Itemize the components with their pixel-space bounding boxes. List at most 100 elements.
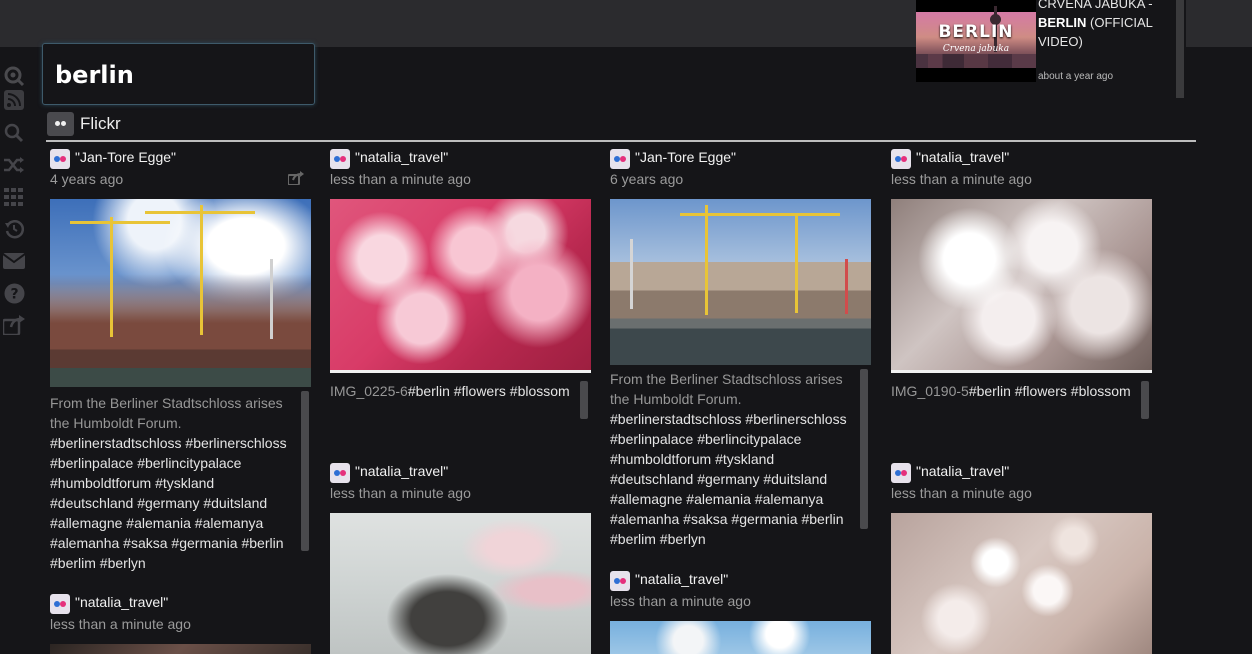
flickr-avatar-icon bbox=[891, 463, 911, 483]
tag-link[interactable]: #berlinerschloss bbox=[745, 411, 846, 427]
video-title-prefix: CRVENA JABUKA - bbox=[1038, 0, 1153, 11]
card-author[interactable]: "natalia_travel" bbox=[916, 149, 1009, 165]
card-header: "Jan-Tore Egge" 6 years ago bbox=[610, 147, 872, 193]
description-scrollbar[interactable] bbox=[580, 381, 588, 419]
photo-card[interactable]: "natalia_travel" less than a minute ago bbox=[891, 461, 1153, 654]
video-result-card[interactable]: BERLIN Crvena jabuka CRVENA JABUKA - BER… bbox=[916, 0, 1186, 98]
card-time: 6 years ago bbox=[610, 171, 684, 187]
card-author[interactable]: "natalia_travel" bbox=[355, 463, 448, 479]
tag-link[interactable]: #berlim bbox=[610, 531, 656, 547]
tag-link[interactable]: #humboldtforum bbox=[610, 451, 711, 467]
description-scrollbar[interactable] bbox=[1141, 381, 1149, 419]
tag-link[interactable]: #tyskland bbox=[155, 475, 214, 491]
tag-link[interactable]: #berlincitypalace bbox=[137, 455, 241, 471]
share-icon[interactable] bbox=[2, 313, 26, 337]
photo-card[interactable]: "natalia_travel" less than a minute ago bbox=[330, 461, 592, 654]
tag-link[interactable]: #allemagne bbox=[50, 515, 122, 531]
svg-text:?: ? bbox=[10, 286, 18, 302]
tag-link[interactable]: #alemanya bbox=[755, 491, 824, 507]
card-time: less than a minute ago bbox=[330, 171, 471, 187]
photo-card[interactable]: "Jan-Tore Egge" 4 years ago From the Ber… bbox=[50, 147, 312, 571]
share-icon[interactable] bbox=[287, 171, 304, 189]
tag-link[interactable]: #alemania bbox=[686, 491, 751, 507]
tag-link[interactable]: #deutschland bbox=[50, 495, 133, 511]
tag-link[interactable]: #berlyn bbox=[100, 555, 146, 571]
card-author[interactable]: "Jan-Tore Egge" bbox=[75, 149, 176, 165]
help-icon[interactable]: ? bbox=[2, 281, 26, 305]
tag-link[interactable]: #flowers bbox=[1015, 383, 1067, 399]
tag-link[interactable]: #germany bbox=[137, 495, 199, 511]
tag-link[interactable]: #berlin bbox=[969, 383, 1011, 399]
video-list-scrollbar[interactable] bbox=[1176, 0, 1184, 98]
search-box[interactable] bbox=[42, 43, 315, 105]
shuffle-icon[interactable] bbox=[2, 153, 26, 177]
flickr-logo-icon bbox=[47, 112, 74, 136]
card-photo[interactable] bbox=[50, 644, 311, 654]
tag-link[interactable]: #duitsland bbox=[203, 495, 267, 511]
card-header: "natalia_travel" less than a minute ago bbox=[330, 461, 592, 507]
tag-link[interactable]: #germania bbox=[171, 535, 237, 551]
tag-link[interactable]: #blossom bbox=[1071, 383, 1131, 399]
description-scrollbar[interactable] bbox=[860, 369, 868, 529]
tag-link[interactable]: #berlin bbox=[241, 535, 283, 551]
tag-link[interactable]: #allemagne bbox=[610, 491, 682, 507]
photo-card[interactable]: "Jan-Tore Egge" 6 years ago From the Ber… bbox=[610, 147, 872, 547]
video-title[interactable]: CRVENA JABUKA - BERLIN (OFFICIAL VIDEO) bbox=[1038, 0, 1168, 51]
photo-card[interactable]: "natalia_travel" less than a minute ago … bbox=[330, 147, 592, 419]
card-photo[interactable] bbox=[610, 199, 871, 365]
tag-link[interactable]: #deutschland bbox=[610, 471, 693, 487]
tag-link[interactable]: #berlinerstadtschloss bbox=[50, 435, 182, 451]
card-author[interactable]: "natalia_travel" bbox=[75, 594, 168, 610]
card-photo[interactable] bbox=[330, 199, 591, 373]
card-caption: IMG_0225-6 bbox=[330, 383, 408, 399]
tag-link[interactable]: #berlinerstadtschloss bbox=[610, 411, 742, 427]
tag-link[interactable]: #duitsland bbox=[763, 471, 827, 487]
tag-link[interactable]: #germania bbox=[731, 511, 797, 527]
video-thumbnail[interactable]: BERLIN Crvena jabuka bbox=[916, 0, 1036, 82]
tag-link[interactable]: #alemanha bbox=[50, 535, 119, 551]
card-author[interactable]: "Jan-Tore Egge" bbox=[635, 149, 736, 165]
tag-link[interactable]: #alemania bbox=[126, 515, 191, 531]
card-author[interactable]: "natalia_travel" bbox=[916, 463, 1009, 479]
tag-link[interactable]: #flowers bbox=[454, 383, 506, 399]
tag-link[interactable]: #saksa bbox=[683, 511, 727, 527]
photo-card[interactable]: "natalia_travel" less than a minute ago … bbox=[891, 147, 1153, 419]
tag-link[interactable]: #berlim bbox=[50, 555, 96, 571]
history-icon[interactable] bbox=[2, 217, 26, 241]
mail-icon[interactable] bbox=[2, 249, 26, 273]
flickr-avatar-icon bbox=[330, 463, 350, 483]
tag-link[interactable]: #saksa bbox=[123, 535, 167, 551]
card-author[interactable]: "natalia_travel" bbox=[635, 571, 728, 587]
tag-link[interactable]: #berlyn bbox=[660, 531, 706, 547]
card-description: IMG_0190-5#berlin #flowers #blossom bbox=[891, 381, 1141, 401]
flickr-avatar-icon bbox=[610, 149, 630, 169]
tag-link[interactable]: #berlin bbox=[801, 511, 843, 527]
tag-link[interactable]: #berlinpalace bbox=[610, 431, 693, 447]
tag-link[interactable]: #alemanha bbox=[610, 511, 679, 527]
card-time: less than a minute ago bbox=[891, 485, 1032, 501]
photo-card[interactable]: "natalia_travel" less than a minute ago bbox=[50, 592, 312, 654]
search-input[interactable] bbox=[55, 58, 305, 92]
tag-link[interactable]: #alemanya bbox=[195, 515, 264, 531]
card-photo[interactable] bbox=[891, 199, 1152, 373]
tag-link[interactable]: #berlin bbox=[408, 383, 450, 399]
tag-link[interactable]: #humboldtforum bbox=[50, 475, 151, 491]
tag-link[interactable]: #berlinerschloss bbox=[185, 435, 286, 451]
card-caption: IMG_0190-5 bbox=[891, 383, 969, 399]
photo-card[interactable]: "natalia_travel" less than a minute ago bbox=[610, 569, 872, 654]
card-photo[interactable] bbox=[50, 199, 311, 387]
tag-link[interactable]: #blossom bbox=[510, 383, 570, 399]
search-icon[interactable] bbox=[2, 121, 26, 145]
settings-icon[interactable] bbox=[2, 64, 26, 88]
card-photo[interactable] bbox=[610, 621, 871, 654]
description-scrollbar[interactable] bbox=[301, 391, 309, 551]
tag-link[interactable]: #berlincitypalace bbox=[697, 431, 801, 447]
tag-link[interactable]: #berlinpalace bbox=[50, 455, 133, 471]
tag-link[interactable]: #germany bbox=[697, 471, 759, 487]
rss-icon[interactable] bbox=[2, 88, 26, 112]
card-photo[interactable] bbox=[330, 513, 591, 654]
tag-link[interactable]: #tyskland bbox=[715, 451, 774, 467]
card-photo[interactable] bbox=[891, 513, 1152, 654]
card-author[interactable]: "natalia_travel" bbox=[355, 149, 448, 165]
grid-icon[interactable] bbox=[2, 185, 26, 209]
